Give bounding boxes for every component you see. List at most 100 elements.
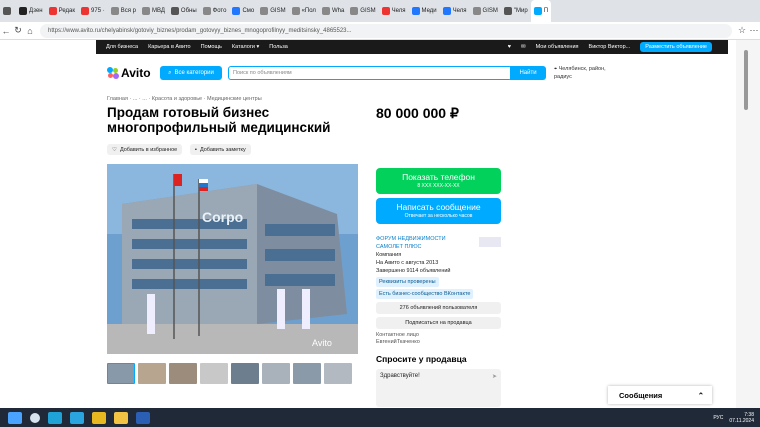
browser-tab[interactable]: П	[530, 0, 552, 22]
explorer-icon[interactable]	[114, 411, 128, 424]
browser-tab[interactable]: Смо	[229, 0, 257, 22]
messages-icon[interactable]: ✉	[521, 44, 526, 50]
tab-label: МВД	[151, 8, 165, 14]
home-icon[interactable]: ⌂	[24, 26, 36, 36]
thumbnail[interactable]	[138, 363, 166, 384]
browser-tab[interactable]: Редак	[46, 0, 78, 22]
word-icon[interactable]	[136, 411, 150, 424]
seller-completed: Завершено 9114 объявлений	[376, 268, 451, 274]
send-icon[interactable]: ➤	[492, 373, 497, 380]
browser-tab[interactable]: Обны	[168, 0, 200, 22]
thumbnail[interactable]	[200, 363, 228, 384]
tab-label: Смо	[242, 8, 255, 14]
all-categories-button[interactable]: ⌕ Все категории	[160, 66, 222, 80]
browser-tab[interactable]: GISM	[470, 0, 501, 22]
add-note-button[interactable]: ▪ Добавить заметку	[190, 144, 251, 155]
clock[interactable]: 7:38 07.11.2024	[729, 412, 754, 424]
tab-favicon-icon	[3, 7, 11, 15]
avito-logo[interactable]: Avito	[107, 66, 151, 80]
thumbnail[interactable]	[324, 363, 352, 384]
tab-favicon-icon	[170, 7, 179, 15]
browser-tab[interactable]: "Мир	[501, 0, 531, 22]
tab-label: Wha	[331, 8, 345, 14]
page-scrollbar[interactable]	[736, 40, 760, 408]
find-button[interactable]: Найти	[510, 66, 546, 80]
listing-photo[interactable]: Corpo Avito	[107, 164, 358, 354]
career-link[interactable]: Карьера в Авито	[148, 44, 191, 50]
thumbnail[interactable]	[262, 363, 290, 384]
messages-popup-label: Сообщения	[619, 390, 663, 400]
extensions-icon[interactable]: ⋯	[748, 25, 760, 36]
refresh-icon[interactable]: ↻	[12, 25, 24, 36]
phone-mask: 8 XXX XXX-XX-XX	[417, 183, 460, 189]
help-link[interactable]: Помощь	[201, 44, 222, 50]
browser-tab[interactable]: Wha	[319, 0, 347, 22]
subscribe-button[interactable]: Подписаться на продавца	[376, 317, 501, 329]
tab-favicon-icon	[503, 7, 512, 15]
tab-favicon-icon	[19, 7, 27, 15]
browser-tab[interactable]: Фото	[200, 0, 230, 22]
all-categories-label: Все категории	[174, 70, 214, 76]
categories-search-icon: ⌕	[168, 69, 172, 76]
edge-icon[interactable]	[48, 411, 62, 424]
thumbnail[interactable]	[169, 363, 197, 384]
seller-name[interactable]: ФОРУМ НЕДВИЖИМОСТИ САМОЛЕТ ПЛЮС	[376, 235, 466, 251]
back-icon[interactable]: ←	[0, 26, 12, 36]
search-input[interactable]: Поиск по объявлениям	[228, 66, 512, 80]
favorites-heart-icon[interactable]: ♥	[508, 44, 511, 50]
language-indicator[interactable]: РУС	[713, 415, 723, 421]
tab-label: 975 ·	[91, 8, 105, 14]
benefit-link[interactable]: Польза	[269, 44, 288, 50]
favorites-icon[interactable]: ☆	[736, 25, 748, 36]
tab-favicon-icon	[533, 7, 542, 15]
search-icon[interactable]	[30, 412, 40, 423]
user-menu[interactable]: Виктор Виктор...	[589, 44, 631, 50]
tab-label: GISM	[360, 8, 376, 14]
write-message-label: Написать сообщение	[396, 202, 481, 212]
tab-label: Челя	[452, 8, 467, 14]
write-message-button[interactable]: Написать сообщение Отвечает за несколько…	[376, 198, 501, 224]
thumbnail[interactable]	[231, 363, 259, 384]
for-business-link[interactable]: Для бизнеса	[106, 44, 138, 50]
vk-community-badge[interactable]: Есть бизнес-сообщество ВКонтакте	[376, 289, 474, 299]
note-icon: ▪	[195, 146, 197, 153]
add-to-favorites-button[interactable]: ♡ Добавить в избранное	[107, 144, 183, 155]
browser-tab[interactable]: Вся р	[108, 0, 139, 22]
reply-time: Отвечает за несколько часов	[404, 213, 473, 219]
contact-name: ЕвгенийТкаченко	[376, 339, 420, 345]
chrome-icon[interactable]	[92, 411, 106, 424]
url-field[interactable]: https://www.avito.ru/chelyabinsk/gotoviy…	[40, 23, 732, 38]
browser-tab[interactable]: Меди	[409, 0, 440, 22]
browser-tab[interactable]	[0, 0, 16, 22]
show-phone-button[interactable]: Показать телефон 8 XXX XXX-XX-XX	[376, 168, 501, 194]
browser-tab[interactable]: Дзен	[16, 0, 46, 22]
messages-popup[interactable]: Сообщения ⌃	[608, 386, 712, 404]
browser-tab[interactable]: «Пол	[289, 0, 319, 22]
browser-tab[interactable]: Челя	[379, 0, 409, 22]
scrollbar-thumb[interactable]	[744, 50, 748, 110]
tab-label: GISM	[482, 8, 498, 14]
ask-message-input[interactable]: Здравствуйте! ➤	[376, 369, 501, 407]
my-ads-link[interactable]: Мои объявления	[536, 44, 579, 50]
catalogs-link[interactable]: Каталоги ▾	[232, 44, 259, 50]
tab-favicon-icon	[350, 7, 359, 15]
thumbnail[interactable]	[107, 363, 135, 384]
windows-start-icon[interactable]	[8, 411, 22, 424]
location-selector[interactable]: ⌖ Челябинск, район, радиус	[554, 65, 620, 81]
browser-tab[interactable]: МВД	[139, 0, 168, 22]
browser-tab[interactable]: Челя	[440, 0, 470, 22]
browser-tab[interactable]: GISM	[347, 0, 378, 22]
chevron-up-icon[interactable]: ⌃	[698, 391, 704, 400]
browser-tab[interactable]: GISM	[257, 0, 288, 22]
thumbnail[interactable]	[293, 363, 321, 384]
user-ads-button[interactable]: 276 объявлений пользователя	[376, 302, 501, 314]
tab-label: Дзен	[29, 8, 43, 14]
telegram-icon[interactable]	[70, 411, 84, 424]
seller-block: ФОРУМ НЕДВИЖИМОСТИ САМОЛЕТ ПЛЮС Компания…	[376, 235, 501, 299]
system-tray: РУС 7:38 07.11.2024	[713, 408, 754, 427]
place-ad-button[interactable]: Разместить объявление	[640, 42, 712, 52]
browser-tab[interactable]: 975 ·	[78, 0, 108, 22]
breadcrumb[interactable]: Главная · ... · ... · Красота и здоровье…	[107, 96, 262, 102]
tab-favicon-icon	[141, 7, 150, 15]
tab-label: Фото	[212, 8, 227, 14]
